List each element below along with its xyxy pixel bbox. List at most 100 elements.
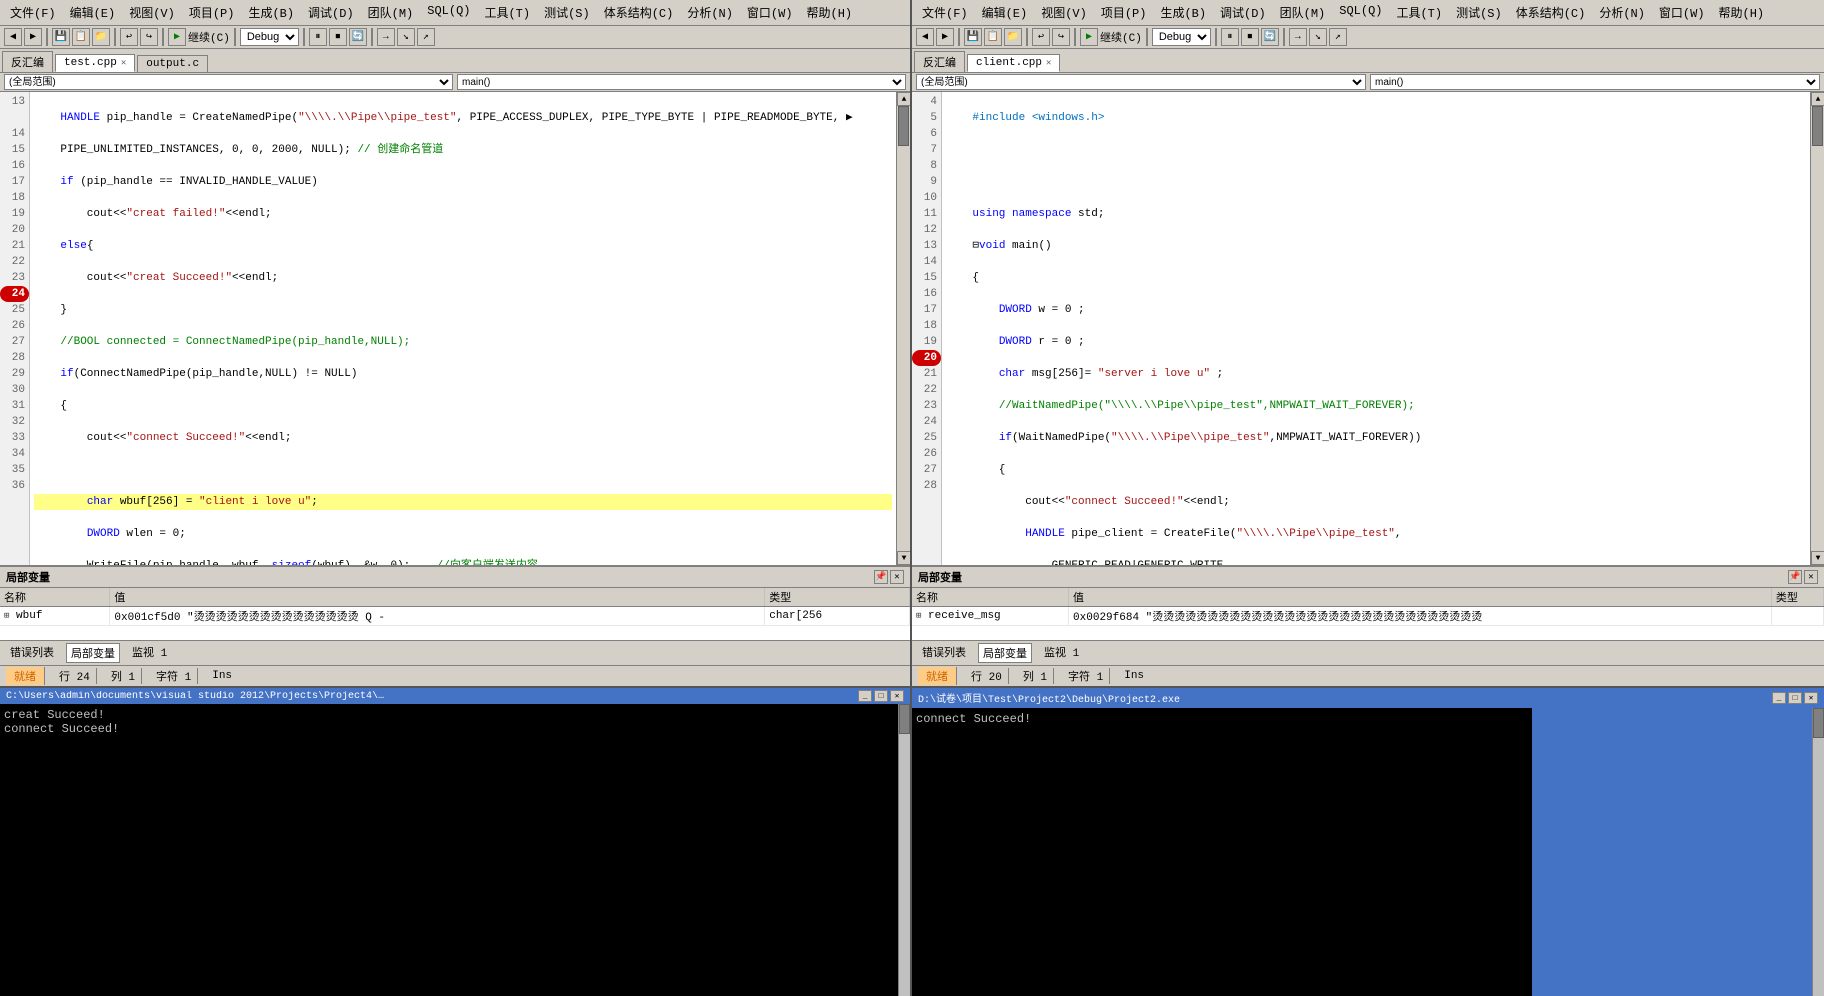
left-menu-sql[interactable]: SQL(Q) bbox=[421, 2, 476, 23]
left-tab-outputc[interactable]: output.c bbox=[137, 55, 208, 72]
left-scope-left[interactable]: (全局范围) bbox=[4, 74, 453, 90]
left-code-scrollbar[interactable]: ▲ ▼ bbox=[896, 92, 910, 565]
right-error-tab-locals[interactable]: 局部变量 bbox=[978, 643, 1032, 663]
right-menu-sql[interactable]: SQL(Q) bbox=[1333, 2, 1388, 23]
right-scope-right[interactable]: main() bbox=[1370, 74, 1820, 90]
left-menu-help[interactable]: 帮助(H) bbox=[801, 2, 859, 23]
toolbar-redo-btn[interactable]: ↪ bbox=[140, 28, 158, 46]
right-console-scrollbar[interactable] bbox=[1812, 708, 1824, 996]
left-tab-disasm[interactable]: 反汇编 bbox=[2, 51, 53, 72]
right-menu-project[interactable]: 项目(P) bbox=[1095, 2, 1153, 23]
left-console-max-btn[interactable]: □ bbox=[874, 690, 888, 702]
right-scroll-track[interactable] bbox=[1811, 106, 1824, 551]
toolbar-open-btn[interactable]: 📁 bbox=[92, 28, 110, 46]
left-menu-window[interactable]: 窗口(W) bbox=[741, 2, 799, 23]
toolbar-fwd-btn[interactable]: ▶ bbox=[24, 28, 42, 46]
left-menu-edit[interactable]: 编辑(E) bbox=[64, 2, 122, 23]
left-menu-debug[interactable]: 调试(D) bbox=[302, 2, 360, 23]
right-menu-team[interactable]: 团队(M) bbox=[1274, 2, 1332, 23]
left-menu-view[interactable]: 视图(V) bbox=[123, 2, 181, 23]
left-scroll-thumb[interactable] bbox=[898, 106, 909, 146]
right-console-min-btn[interactable]: _ bbox=[1772, 692, 1786, 704]
left-locals-pin-btn[interactable]: 📌 bbox=[874, 570, 888, 584]
toolbar-debug-select[interactable]: Debug bbox=[240, 28, 299, 46]
left-scroll-track[interactable] bbox=[897, 106, 910, 551]
left-menu-build[interactable]: 生成(B) bbox=[242, 2, 300, 23]
right-toolbar-undo-btn[interactable]: ↩ bbox=[1032, 28, 1050, 46]
right-scroll-down[interactable]: ▼ bbox=[1811, 551, 1824, 565]
right-toolbar-continue-btn[interactable]: ▶ bbox=[1080, 28, 1098, 46]
right-toolbar-stepin-btn[interactable]: ↘ bbox=[1309, 28, 1327, 46]
right-menu-file[interactable]: 文件(F) bbox=[916, 2, 974, 23]
toolbar-stepout-btn[interactable]: ↗ bbox=[417, 28, 435, 46]
right-menu-debug[interactable]: 调试(D) bbox=[1214, 2, 1272, 23]
left-scroll-up[interactable]: ▲ bbox=[897, 92, 910, 106]
right-menu-analyze[interactable]: 分析(N) bbox=[1593, 2, 1651, 23]
right-tab-disasm[interactable]: 反汇编 bbox=[914, 51, 965, 72]
toolbar-save2-btn[interactable]: 📋 bbox=[72, 28, 90, 46]
left-error-tab-errors[interactable]: 错误列表 bbox=[6, 643, 58, 663]
left-menu-arch[interactable]: 体系结构(C) bbox=[598, 2, 680, 23]
left-console-scroll-thumb[interactable] bbox=[899, 704, 910, 734]
right-console-close-btn[interactable]: ✕ bbox=[1804, 692, 1818, 704]
right-code-scrollbar[interactable]: ▲ ▼ bbox=[1810, 92, 1824, 565]
right-tab-clientcpp-close[interactable]: ✕ bbox=[1046, 58, 1051, 68]
right-toolbar-stepover-btn[interactable]: → bbox=[1289, 28, 1307, 46]
toolbar-stepin-btn[interactable]: ↘ bbox=[397, 28, 415, 46]
right-toolbar-debug-select[interactable]: Debug bbox=[1152, 28, 1211, 46]
right-code-content[interactable]: #include <windows.h> using namespace std… bbox=[942, 92, 1810, 565]
left-error-tab-watch[interactable]: 监视 1 bbox=[128, 643, 171, 663]
toolbar-pause-btn[interactable]: ⏸ bbox=[309, 28, 327, 46]
right-console-max-btn[interactable]: □ bbox=[1788, 692, 1802, 704]
left-menu-tools[interactable]: 工具(T) bbox=[478, 2, 536, 23]
left-menu-test[interactable]: 测试(S) bbox=[538, 2, 596, 23]
right-menu-tools[interactable]: 工具(T) bbox=[1390, 2, 1448, 23]
right-menu-window[interactable]: 窗口(W) bbox=[1653, 2, 1711, 23]
toolbar-stepover-btn[interactable]: → bbox=[377, 28, 395, 46]
right-toolbar-save2-btn[interactable]: 📋 bbox=[984, 28, 1002, 46]
right-console-scroll-thumb[interactable] bbox=[1813, 708, 1824, 738]
left-scroll-down[interactable]: ▼ bbox=[897, 551, 910, 565]
left-menu-analyze[interactable]: 分析(N) bbox=[681, 2, 739, 23]
left-scope-right[interactable]: main() bbox=[457, 74, 906, 90]
right-tab-clientcpp[interactable]: client.cpp ✕ bbox=[967, 54, 1060, 72]
left-console-min-btn[interactable]: _ bbox=[858, 690, 872, 702]
left-menu-project[interactable]: 项目(P) bbox=[183, 2, 241, 23]
right-scroll-up[interactable]: ▲ bbox=[1811, 92, 1824, 106]
toolbar-continue-btn[interactable]: ▶ bbox=[168, 28, 186, 46]
toolbar-restart-btn[interactable]: 🔄 bbox=[349, 28, 367, 46]
left-error-tab-locals[interactable]: 局部变量 bbox=[66, 643, 120, 663]
right-console-body[interactable]: connect Succeed! bbox=[912, 708, 1532, 996]
right-toolbar-save-btn[interactable]: 💾 bbox=[964, 28, 982, 46]
right-locals-pin-btn[interactable]: 📌 bbox=[1788, 570, 1802, 584]
left-tab-testcpp-close[interactable]: ✕ bbox=[121, 58, 126, 68]
toolbar-save-btn[interactable]: 💾 bbox=[52, 28, 70, 46]
right-menu-edit[interactable]: 编辑(E) bbox=[976, 2, 1034, 23]
right-toolbar-fwd-btn[interactable]: ▶ bbox=[936, 28, 954, 46]
right-error-tab-errors[interactable]: 错误列表 bbox=[918, 643, 970, 663]
left-console-body[interactable]: creat Succeed! connect Succeed! bbox=[0, 704, 898, 996]
right-toolbar-redo-btn[interactable]: ↪ bbox=[1052, 28, 1070, 46]
right-toolbar-pause-btn[interactable]: ⏸ bbox=[1221, 28, 1239, 46]
right-menu-view[interactable]: 视图(V) bbox=[1035, 2, 1093, 23]
right-error-tab-watch[interactable]: 监视 1 bbox=[1040, 643, 1083, 663]
left-locals-close-btn[interactable]: ✕ bbox=[890, 570, 904, 584]
right-scope-left[interactable]: (全局范围) bbox=[916, 74, 1366, 90]
right-toolbar-open-btn[interactable]: 📁 bbox=[1004, 28, 1022, 46]
right-scroll-thumb[interactable] bbox=[1812, 106, 1823, 146]
toolbar-undo-btn[interactable]: ↩ bbox=[120, 28, 138, 46]
right-locals-close-btn[interactable]: ✕ bbox=[1804, 570, 1818, 584]
right-menu-test[interactable]: 测试(S) bbox=[1450, 2, 1508, 23]
toolbar-stop-btn[interactable]: ⏹ bbox=[329, 28, 347, 46]
right-toolbar-stepout-btn[interactable]: ↗ bbox=[1329, 28, 1347, 46]
right-toolbar-restart-btn[interactable]: 🔄 bbox=[1261, 28, 1279, 46]
right-menu-arch[interactable]: 体系结构(C) bbox=[1510, 2, 1592, 23]
left-code-content[interactable]: HANDLE pip_handle = CreateNamedPipe("\\\… bbox=[30, 92, 896, 565]
left-tab-testcpp[interactable]: test.cpp ✕ bbox=[55, 54, 135, 72]
left-console-close-btn[interactable]: ✕ bbox=[890, 690, 904, 702]
right-menu-help[interactable]: 帮助(H) bbox=[1713, 2, 1771, 23]
right-toolbar-back-btn[interactable]: ◀ bbox=[916, 28, 934, 46]
toolbar-back-btn[interactable]: ◀ bbox=[4, 28, 22, 46]
left-menu-file[interactable]: 文件(F) bbox=[4, 2, 62, 23]
right-toolbar-stop-btn[interactable]: ⏹ bbox=[1241, 28, 1259, 46]
